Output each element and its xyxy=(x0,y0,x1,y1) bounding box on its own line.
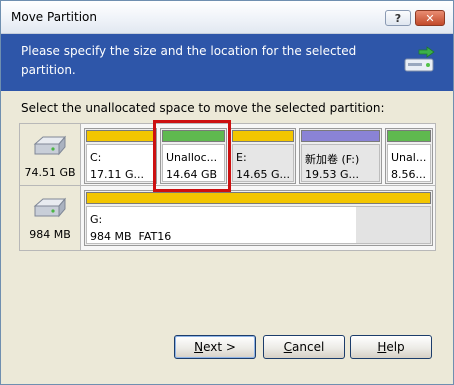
free-space-fill xyxy=(356,207,430,243)
partition-filesystem: FAT16 xyxy=(138,230,172,243)
hard-disk-icon xyxy=(33,135,67,156)
partition-usage-bar xyxy=(301,130,380,142)
partition-f[interactable]: 新加卷 (F:) 19.53 G... xyxy=(299,128,382,184)
hard-disk-icon xyxy=(33,197,67,218)
move-partition-dialog: Move Partition ? ✕ Please specify the si… xyxy=(0,0,454,385)
partition-body: C: 17.11 G... xyxy=(86,144,155,182)
partition-body: E: 14.65 G... xyxy=(232,144,294,182)
instruction-text: Select the unallocated space to move the… xyxy=(21,101,385,115)
partition-size-value: 984 MB xyxy=(90,230,132,243)
partition-usage-bar xyxy=(232,130,294,142)
partition-size: 14.65 G... xyxy=(236,168,291,181)
next-mnemonic: N xyxy=(194,340,204,354)
next-label: ext > xyxy=(203,340,236,354)
partition-size: 17.11 G... xyxy=(90,168,145,181)
header-banner: Please specify the size and the location… xyxy=(1,34,453,91)
partition-body: 新加卷 (F:) 19.53 G... xyxy=(301,144,380,182)
disk-row-2: 984 MB G: 984 MB FAT16 xyxy=(19,185,436,251)
partition-name: 新加卷 (F:) xyxy=(305,153,360,166)
partition-g[interactable]: G: 984 MB FAT16 xyxy=(84,190,433,246)
question-icon: ? xyxy=(394,11,402,25)
partition-unallocated-2[interactable]: Unal... 8.56... xyxy=(385,128,433,184)
partition-move-icon xyxy=(404,46,435,72)
partition-name: Unal... xyxy=(391,151,427,164)
help-mnemonic: H xyxy=(377,340,387,354)
disk-info: 984 MB xyxy=(20,186,81,250)
partition-usage-bar xyxy=(387,130,431,142)
disk-size: 984 MB xyxy=(29,228,71,241)
header-text: Please specify the size and the location… xyxy=(21,44,357,77)
close-button[interactable]: ✕ xyxy=(415,10,445,26)
selection-highlight xyxy=(153,120,231,192)
cancel-button[interactable]: Cancel xyxy=(263,335,345,359)
window-title: Move Partition xyxy=(11,10,98,24)
help-button[interactable]: Help xyxy=(350,335,432,359)
partition-body: Unal... 8.56... xyxy=(387,144,431,182)
help-title-button[interactable]: ? xyxy=(385,10,411,26)
next-button[interactable]: Next > xyxy=(174,335,256,359)
partition-size: 19.53 G... xyxy=(305,168,360,181)
help-label: elp xyxy=(386,340,405,354)
partition-c[interactable]: C: 17.11 G... xyxy=(84,128,157,184)
partition-size: 8.56... xyxy=(391,168,426,181)
partition-name: G: xyxy=(90,213,103,226)
partition-name: C: xyxy=(90,151,102,164)
partition-name: E: xyxy=(236,151,247,164)
cancel-label: ancel xyxy=(292,340,325,354)
title-bar: Move Partition ? ✕ xyxy=(1,1,453,34)
disk-info: 74.51 GB xyxy=(20,124,81,188)
partition-usage-bar xyxy=(86,192,431,204)
cancel-mnemonic: C xyxy=(283,340,293,354)
disk-size: 74.51 GB xyxy=(24,166,76,179)
partition-body: G: 984 MB FAT16 xyxy=(86,206,431,244)
partition-e[interactable]: E: 14.65 G... xyxy=(230,128,296,184)
close-icon: ✕ xyxy=(425,11,435,25)
partition-usage-bar xyxy=(86,130,155,142)
partition-size: 984 MB FAT16 xyxy=(90,230,171,243)
